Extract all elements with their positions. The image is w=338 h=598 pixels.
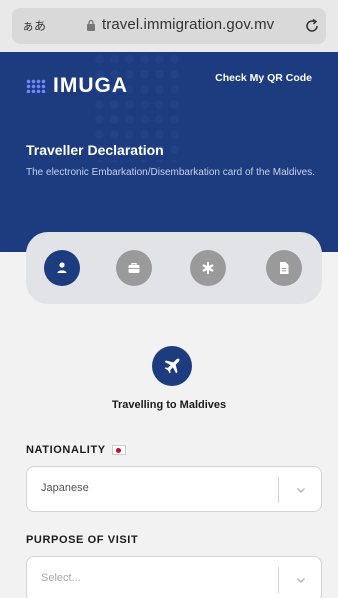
section-badge xyxy=(152,346,192,386)
step-health[interactable] xyxy=(190,250,226,286)
briefcase-icon xyxy=(128,262,140,273)
lock-icon xyxy=(87,19,95,31)
address-field[interactable]: ぁあ travel.immigration.gov.mv xyxy=(12,8,326,44)
chevron-down-icon[interactable] xyxy=(295,484,307,496)
page-title: Traveller Declaration xyxy=(26,142,164,158)
chevron-down-icon[interactable] xyxy=(295,574,307,586)
step-declaration[interactable] xyxy=(266,250,302,286)
nationality-label-text: NATIONALITY xyxy=(26,444,106,456)
person-icon xyxy=(57,262,67,273)
document-icon xyxy=(280,262,289,274)
nationality-label: NATIONALITY xyxy=(26,444,126,456)
step-personal[interactable] xyxy=(44,250,80,286)
asterisk-icon xyxy=(202,261,214,275)
reload-icon[interactable] xyxy=(302,16,322,36)
purpose-placeholder: Select... xyxy=(41,572,81,584)
page-header: IMUGA Check My QR Code Traveller Declara… xyxy=(0,52,338,252)
logo-dots-icon xyxy=(26,79,46,93)
select-divider xyxy=(278,477,279,503)
imuga-logo[interactable]: IMUGA xyxy=(26,74,128,98)
page-subtitle: The electronic Embarkation/Disembarkatio… xyxy=(26,167,316,178)
text-size-button[interactable]: ぁあ xyxy=(22,17,46,34)
url-text[interactable]: travel.immigration.gov.mv xyxy=(102,16,274,33)
nationality-select[interactable]: Japanese xyxy=(26,466,322,512)
purpose-label-text: PURPOSE OF VISIT xyxy=(26,534,139,546)
step-indicator xyxy=(26,232,322,304)
step-travel[interactable] xyxy=(116,250,152,286)
purpose-label: PURPOSE OF VISIT xyxy=(26,534,138,546)
purpose-select[interactable]: Select... xyxy=(26,556,322,598)
airplane-icon xyxy=(164,358,180,374)
section-title: Travelling to Maldives xyxy=(111,399,227,411)
select-divider xyxy=(278,567,279,593)
logo-text: IMUGA xyxy=(53,74,128,97)
browser-address-bar: ぁあ travel.immigration.gov.mv xyxy=(0,0,338,52)
nationality-value: Japanese xyxy=(41,482,89,494)
japan-flag-icon xyxy=(111,445,126,455)
check-qr-code-link[interactable]: Check My QR Code xyxy=(215,72,312,84)
